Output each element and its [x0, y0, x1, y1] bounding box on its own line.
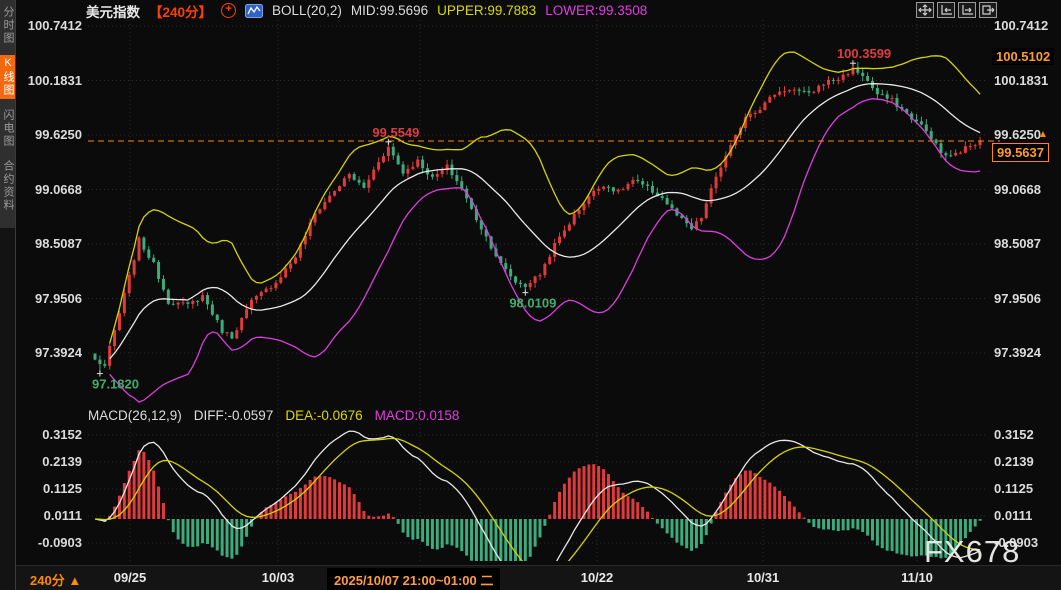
- macd-diff-value: DIFF:-0.0597: [194, 408, 274, 423]
- price-axis-label: 100.7412: [994, 18, 1060, 33]
- right-price-axis: 100.7412 100.1831 99.6250 99.0668 98.5087 97.…: [994, 0, 1060, 590]
- fx678-watermark: FX678: [924, 534, 1020, 570]
- price-annotation: 100.3599: [837, 46, 891, 61]
- time-axis-label: 10/31: [747, 570, 780, 585]
- price-axis-label: 99.0668: [994, 182, 1060, 197]
- macd-params-label: MACD(26,12,9): [88, 408, 182, 423]
- time-axis-label: 10/03: [262, 570, 295, 585]
- last-price-chip: 99.5637: [992, 143, 1049, 162]
- macd-macd-value: MACD:0.0158: [375, 408, 460, 423]
- time-axis-label: 11/10: [901, 570, 933, 585]
- price-axis-label: 99.6250: [994, 127, 1060, 142]
- macd-dea-value: DEA:-0.0676: [285, 408, 362, 423]
- macd-header: MACD(26,12,9) DIFF:-0.0597 DEA:-0.0676 M…: [88, 408, 459, 423]
- macd-axis-label: 0.1125: [994, 481, 1060, 496]
- price-axis-label: 98.5087: [994, 236, 1060, 251]
- upper-band-value-chip: 100.5102: [992, 48, 1054, 65]
- price-axis-label: 97.3924: [994, 345, 1060, 360]
- price-axis-label: 100.1831: [994, 73, 1060, 88]
- time-axis-label: 09/25: [114, 570, 147, 585]
- price-axis-label: 99.6250: [16, 127, 82, 142]
- price-axis-label: 97.9506: [16, 291, 82, 306]
- kline-app-window: 分时图K线图闪电图合约资料 美元指数 【240分】 + BOLL(20,2) M…: [0, 0, 1061, 590]
- macd-axis-label: 0.3152: [994, 427, 1060, 442]
- hover-time-tooltip: 2025/10/07 21:00~01:00 二: [327, 568, 500, 590]
- price-axis-label: 97.3924: [16, 345, 82, 360]
- macd-axis-label: 0.0111: [994, 508, 1060, 523]
- period-dropdown-arrow-icon: ▲: [68, 573, 81, 588]
- price-axis-label: 98.5087: [16, 236, 82, 251]
- price-annotation: 98.0109: [509, 296, 556, 311]
- period-selector[interactable]: 240分 ▲: [30, 570, 81, 589]
- time-axis-label: 10/22: [581, 570, 614, 585]
- kline-chart-canvas[interactable]: 100.3599 99.5549 98.0109 97.1820: [0, 0, 1061, 590]
- macd-axis-label: 0.1125: [16, 481, 82, 496]
- macd-axis-label: 0.2139: [16, 454, 82, 469]
- macd-axis-label: -0.0903: [16, 535, 82, 550]
- price-annotation: 97.1820: [92, 377, 139, 392]
- macd-axis-label: 0.2139: [994, 454, 1060, 469]
- price-axis-label: 100.1831: [16, 73, 82, 88]
- price-axis-label: 100.7412: [16, 18, 82, 33]
- macd-axis-label: 0.0111: [16, 508, 82, 523]
- time-axis-bar: 240分 ▲ 2025/10/07 21:00~01:00 二 09/25 10/…: [16, 565, 1061, 590]
- macd-axis-label: 0.3152: [16, 427, 82, 442]
- price-axis-label: 99.0668: [16, 182, 82, 197]
- price-up-arrow-icon: ▲: [1038, 129, 1048, 140]
- left-price-axis: 100.7412 100.1831 99.6250 99.0668 98.5087 97.…: [16, 0, 82, 590]
- price-annotation: 99.5549: [372, 125, 419, 140]
- price-axis-label: 97.9506: [994, 291, 1060, 306]
